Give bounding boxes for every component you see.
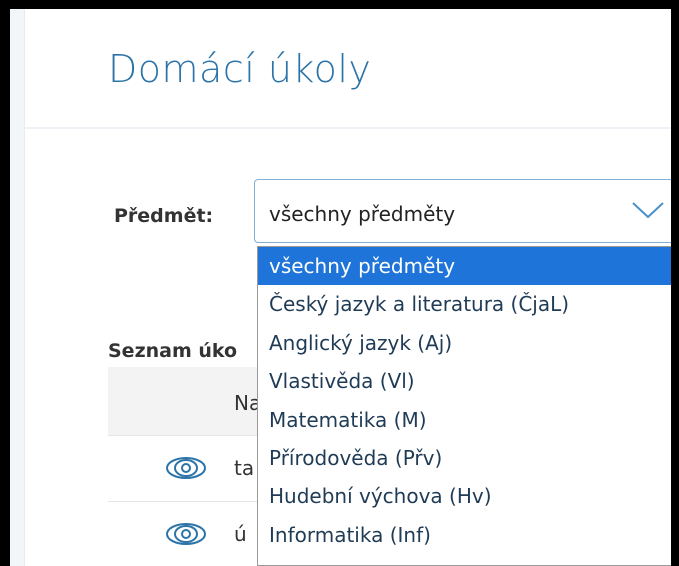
- subject-filter-label: Předmět:: [114, 205, 214, 227]
- chevron-down-icon: [632, 202, 664, 219]
- dropdown-option-math[interactable]: Matematika (M): [258, 401, 671, 439]
- subject-dropdown-list: všechny předměty Český jazyk a literatur…: [257, 246, 671, 566]
- table-row: ta: [108, 435, 273, 502]
- dropdown-option-english[interactable]: Anglický jazyk (Aj): [258, 324, 671, 362]
- title-divider: [25, 127, 671, 129]
- dropdown-option-all-subjects[interactable]: všechny předměty: [258, 247, 671, 286]
- eye-icon[interactable]: [165, 522, 207, 546]
- dropdown-option-music[interactable]: Hudební výchova (Hv): [258, 477, 671, 515]
- dropdown-option-science[interactable]: Přírodověda (Přv): [258, 439, 671, 477]
- page: Domácí úkoly Předmět: všechny předměty S…: [10, 9, 671, 566]
- eye-icon[interactable]: [165, 456, 207, 480]
- table-row: ú: [108, 501, 273, 566]
- page-title: Domácí úkoly: [108, 47, 372, 91]
- table-header: Na: [108, 367, 273, 435]
- assignment-list-title: Seznam úko: [108, 340, 238, 362]
- table-cell-name: ta: [234, 456, 255, 480]
- dropdown-option-informatics[interactable]: Informatika (Inf): [258, 516, 671, 554]
- subject-select[interactable]: všechny předměty: [254, 179, 671, 243]
- subject-select-value: všechny předměty: [269, 202, 456, 226]
- dropdown-option-czech[interactable]: Český jazyk a literatura (ČjaL): [258, 285, 671, 323]
- left-sidebar-edge: [10, 9, 25, 566]
- dropdown-option-social-studies[interactable]: Vlastivěda (Vl): [258, 362, 671, 400]
- table-cell-name: ú: [234, 522, 247, 546]
